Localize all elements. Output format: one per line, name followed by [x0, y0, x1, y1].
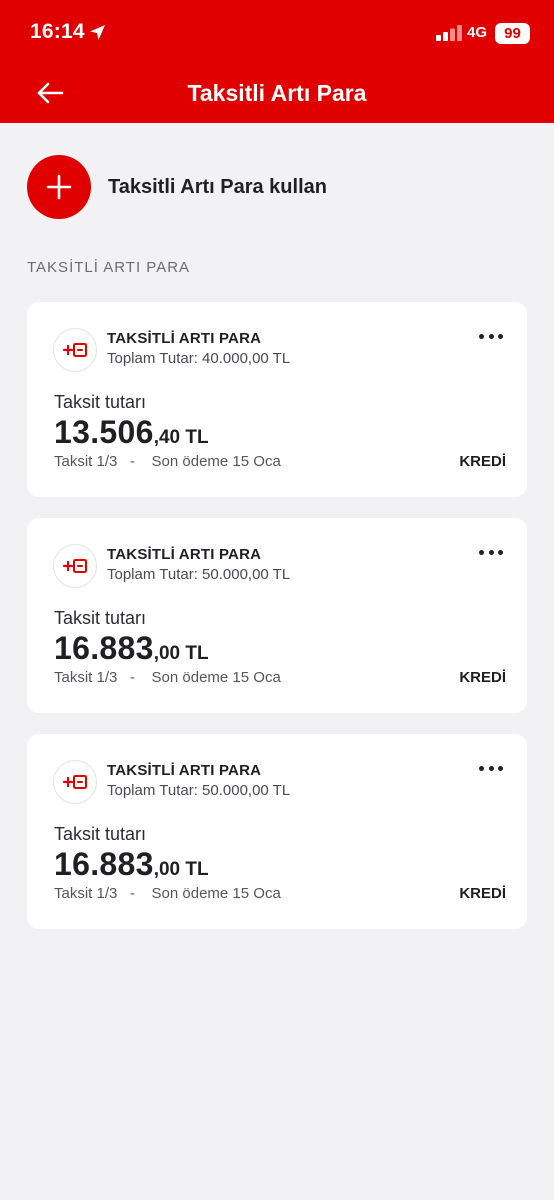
- amount-integer: 16.883: [54, 630, 154, 666]
- credit-type-link[interactable]: KREDİ: [459, 669, 506, 686]
- credit-card-item[interactable]: TAKSİTLİ ARTI PARA Toplam Tutar: 50.000,…: [27, 734, 527, 929]
- card-title: TAKSİTLİ ARTI PARA: [107, 546, 262, 563]
- network-label: 4G: [467, 24, 488, 41]
- card-icon: [53, 760, 97, 804]
- installment-amount: 16.883,00 TL: [54, 630, 209, 667]
- more-options-button[interactable]: [479, 760, 503, 776]
- add-circle[interactable]: [27, 155, 91, 219]
- installment-amount-label: Taksit tutarı: [54, 824, 147, 844]
- status-time: 16:14: [30, 20, 85, 43]
- more-dots-icon: [479, 333, 484, 339]
- amount-decimal: ,00 TL: [153, 859, 209, 880]
- amount-integer: 13.506: [54, 414, 154, 450]
- card-title: TAKSİTLİ ARTI PARA: [107, 762, 262, 779]
- installment-amount: 13.506,40 TL: [54, 414, 209, 451]
- more-dots-icon: [479, 549, 484, 555]
- credit-type-link[interactable]: KREDİ: [459, 453, 506, 470]
- more-options-button[interactable]: [479, 544, 503, 560]
- page-title: Taksitli Artı Para: [187, 80, 367, 106]
- add-installment-credit-label[interactable]: Taksitli Artı Para kullan: [108, 176, 327, 199]
- installment-info: Taksit 1/3 - Son ödeme 15 Oca: [54, 669, 281, 686]
- plus-icon: [46, 174, 72, 200]
- add-installment-credit-button[interactable]: Taksitli Artı Para kullan: [27, 155, 527, 219]
- credit-card-item[interactable]: TAKSİTLİ ARTI PARA Toplam Tutar: 50.000,…: [27, 518, 527, 713]
- card-icon: [53, 544, 97, 588]
- installment-amount: 16.883,00 TL: [54, 846, 209, 883]
- status-bar: 16:14 4G 99: [0, 0, 554, 66]
- credit-type-link[interactable]: KREDİ: [459, 885, 506, 902]
- plus-money-icon: [62, 775, 87, 789]
- amount-decimal: ,00 TL: [153, 643, 209, 664]
- cellular-signal-icon: [436, 25, 462, 41]
- app-header: 16:14 4G 99 Taksitli Artı Para: [0, 0, 554, 123]
- installment-amount-label: Taksit tutarı: [54, 392, 147, 412]
- card-total-amount: Toplam Tutar: 50.000,00 TL: [107, 782, 291, 799]
- location-arrow-icon: [90, 25, 105, 40]
- card-total-amount: Toplam Tutar: 50.000,00 TL: [107, 566, 291, 583]
- more-dots-icon: [479, 765, 484, 771]
- plus-money-icon: [62, 559, 87, 573]
- card-total-amount: Toplam Tutar: 40.000,00 TL: [107, 350, 291, 367]
- installment-info: Taksit 1/3 - Son ödeme 15 Oca: [54, 885, 281, 902]
- plus-money-icon: [62, 343, 87, 357]
- credit-card-item[interactable]: TAKSİTLİ ARTI PARA Toplam Tutar: 40.000,…: [27, 302, 527, 497]
- battery-indicator: 99: [495, 23, 530, 44]
- installment-info: Taksit 1/3 - Son ödeme 15 Oca: [54, 453, 281, 470]
- more-options-button[interactable]: [479, 328, 503, 344]
- amount-decimal: ,40 TL: [153, 427, 209, 448]
- amount-integer: 16.883: [54, 846, 154, 882]
- installment-amount-label: Taksit tutarı: [54, 608, 147, 628]
- card-title: TAKSİTLİ ARTI PARA: [107, 330, 262, 347]
- card-icon: [53, 328, 97, 372]
- section-title: TAKSİTLİ ARTI PARA: [27, 259, 191, 276]
